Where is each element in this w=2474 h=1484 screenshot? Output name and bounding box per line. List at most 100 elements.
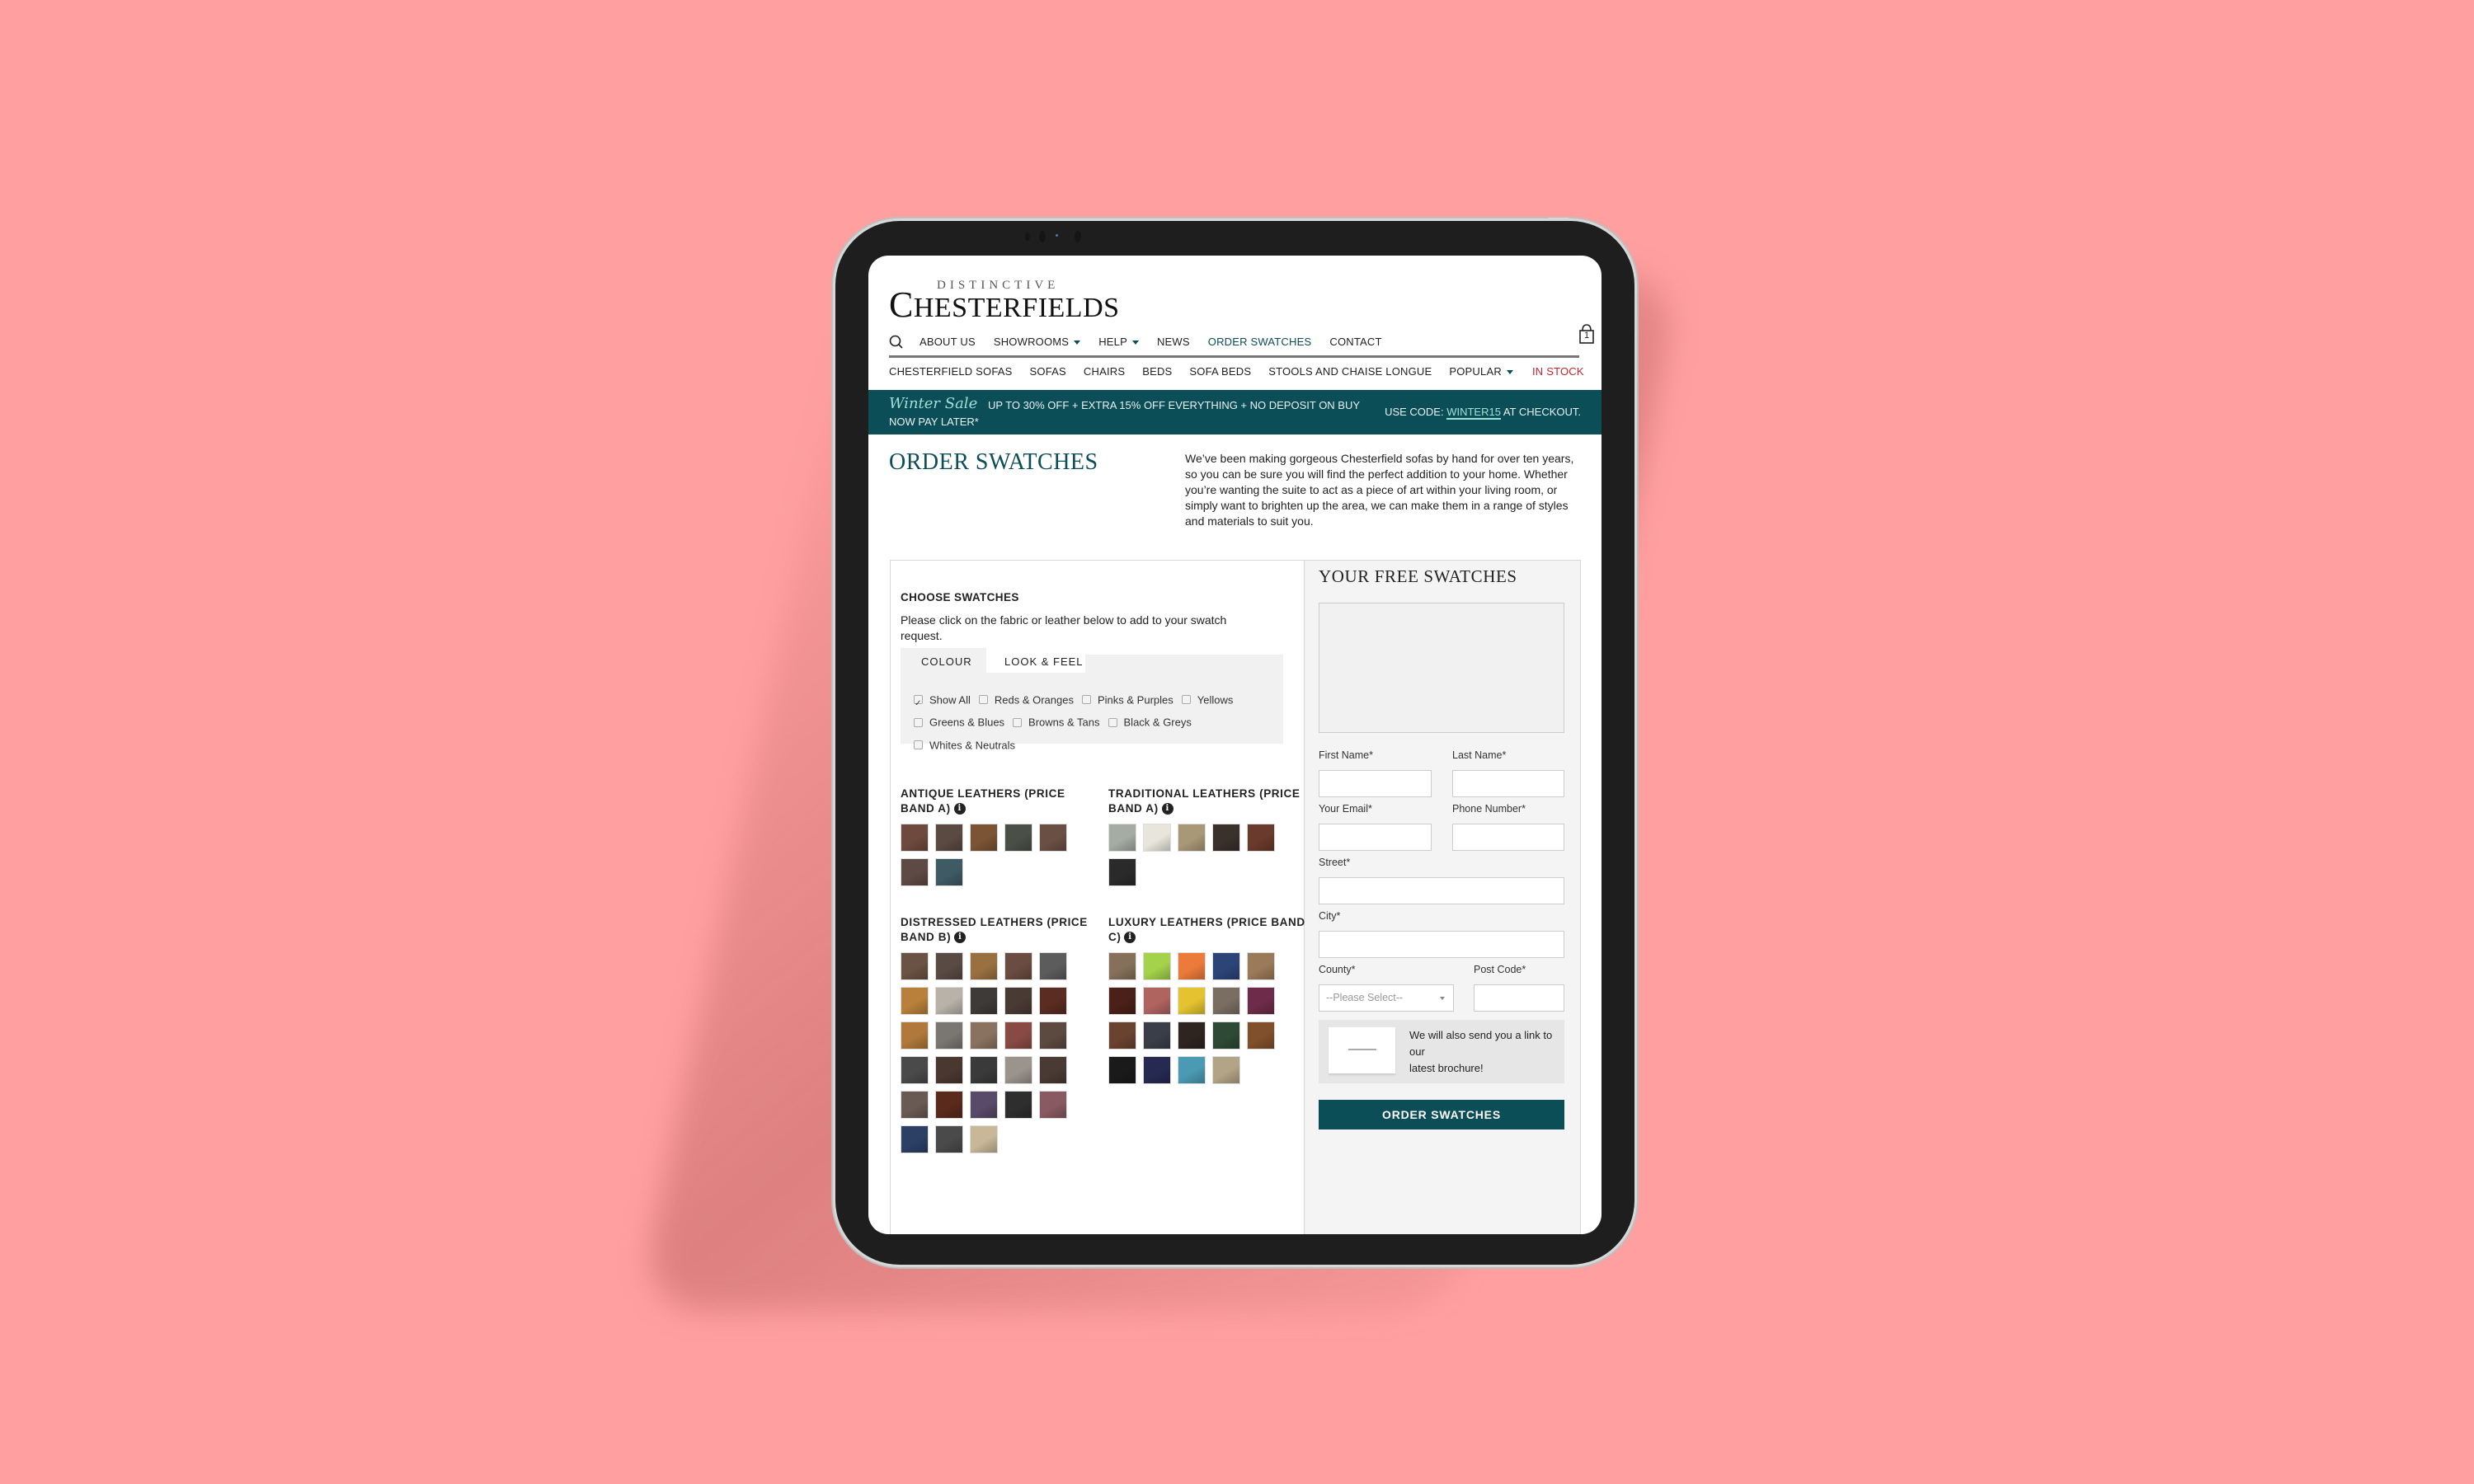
swatch[interactable] bbox=[970, 1056, 998, 1084]
filter-pinks-purples[interactable]: Pinks & Purples bbox=[1081, 688, 1174, 711]
category-beds[interactable]: BEDS bbox=[1142, 365, 1172, 378]
swatch[interactable] bbox=[1039, 952, 1067, 980]
swatch[interactable] bbox=[901, 858, 929, 886]
in-stock-link[interactable]: IN STOCK bbox=[1532, 365, 1584, 378]
nav-item-about-us[interactable]: ABOUT US bbox=[920, 336, 976, 348]
swatch[interactable] bbox=[901, 1091, 929, 1119]
swatch[interactable] bbox=[1039, 1056, 1067, 1084]
swatch[interactable] bbox=[901, 987, 929, 1015]
category-popular[interactable]: POPULAR bbox=[1449, 365, 1513, 378]
filter-black-greys[interactable]: Black & Greys bbox=[1108, 711, 1192, 733]
checkbox[interactable] bbox=[1013, 717, 1023, 727]
last-name-input[interactable] bbox=[1452, 770, 1564, 797]
swatch[interactable] bbox=[935, 952, 963, 980]
swatch[interactable] bbox=[1039, 824, 1067, 852]
street-input[interactable] bbox=[1319, 877, 1564, 904]
swatch[interactable] bbox=[935, 1056, 963, 1084]
swatch[interactable] bbox=[1004, 824, 1032, 852]
swatch[interactable] bbox=[1178, 1056, 1206, 1084]
swatch[interactable] bbox=[1212, 952, 1240, 980]
swatch[interactable] bbox=[1178, 1021, 1206, 1050]
promo-banner[interactable]: Winter Sale UP TO 30% OFF + EXTRA 15% OF… bbox=[868, 390, 1602, 434]
swatch[interactable] bbox=[1108, 987, 1136, 1015]
checkbox[interactable] bbox=[914, 740, 923, 749]
swatch[interactable] bbox=[901, 824, 929, 852]
swatch[interactable] bbox=[901, 1021, 929, 1050]
swatch[interactable] bbox=[1212, 1056, 1240, 1084]
swatch[interactable] bbox=[970, 1021, 998, 1050]
swatch[interactable] bbox=[1143, 1021, 1171, 1050]
swatch[interactable] bbox=[970, 952, 998, 980]
filter-reds-oranges[interactable]: Reds & Oranges bbox=[978, 688, 1074, 711]
swatch[interactable] bbox=[1108, 858, 1136, 886]
category-chesterfield-sofas[interactable]: CHESTERFIELD SOFAS bbox=[889, 365, 1013, 378]
nav-item-order-swatches[interactable]: ORDER SWATCHES bbox=[1208, 336, 1312, 348]
filter-greens-blues[interactable]: Greens & Blues bbox=[914, 711, 1004, 733]
filter-browns-tans[interactable]: Browns & Tans bbox=[1013, 711, 1100, 733]
swatch[interactable] bbox=[1143, 824, 1171, 852]
checkbox[interactable] bbox=[1108, 717, 1117, 727]
swatch[interactable] bbox=[1247, 952, 1275, 980]
checkbox[interactable] bbox=[1181, 695, 1191, 705]
swatch[interactable] bbox=[1039, 1091, 1067, 1119]
swatch[interactable] bbox=[1212, 987, 1240, 1015]
swatch[interactable] bbox=[901, 1125, 929, 1153]
swatch[interactable] bbox=[1004, 952, 1032, 980]
swatch[interactable] bbox=[1108, 824, 1136, 852]
tab-look-feel[interactable]: LOOK & FEEL bbox=[986, 648, 1085, 673]
swatch[interactable] bbox=[1247, 987, 1275, 1015]
swatch[interactable] bbox=[1004, 1091, 1032, 1119]
swatch[interactable] bbox=[1039, 1021, 1067, 1050]
swatch[interactable] bbox=[901, 952, 929, 980]
swatch[interactable] bbox=[935, 1091, 963, 1119]
swatch[interactable] bbox=[1178, 824, 1206, 852]
swatch[interactable] bbox=[970, 824, 998, 852]
swatch[interactable] bbox=[1108, 1021, 1136, 1050]
swatch[interactable] bbox=[1178, 952, 1206, 980]
filter-show-all[interactable]: Show All bbox=[914, 688, 971, 715]
search-icon[interactable] bbox=[889, 335, 904, 354]
category-sofas[interactable]: SOFAS bbox=[1030, 365, 1066, 378]
nav-item-help[interactable]: HELP bbox=[1098, 336, 1139, 348]
filter-whites-neutrals[interactable]: Whites & Neutrals bbox=[914, 734, 1015, 756]
city-input[interactable] bbox=[1319, 931, 1564, 958]
filter-yellows[interactable]: Yellows bbox=[1181, 688, 1233, 711]
swatch[interactable] bbox=[970, 1091, 998, 1119]
swatch[interactable] bbox=[935, 1021, 963, 1050]
swatch[interactable] bbox=[1247, 1021, 1275, 1050]
nav-item-showrooms[interactable]: SHOWROOMS bbox=[994, 336, 1081, 348]
postcode-input[interactable] bbox=[1474, 984, 1564, 1012]
swatch[interactable] bbox=[1212, 1021, 1240, 1050]
swatch[interactable] bbox=[935, 1125, 963, 1153]
info-icon[interactable]: i bbox=[953, 803, 966, 815]
swatch[interactable] bbox=[1108, 952, 1136, 980]
swatch[interactable] bbox=[1108, 1056, 1136, 1084]
tab-colour[interactable]: COLOUR bbox=[901, 648, 986, 673]
cart-icon[interactable]: 1 bbox=[1578, 323, 1596, 349]
info-icon[interactable]: i bbox=[954, 932, 967, 944]
checkbox[interactable] bbox=[914, 717, 923, 727]
checkbox[interactable] bbox=[978, 695, 988, 705]
swatch[interactable] bbox=[1004, 1056, 1032, 1084]
swatch[interactable] bbox=[970, 987, 998, 1015]
county-select[interactable]: --Please Select-- bbox=[1319, 984, 1454, 1012]
swatch[interactable] bbox=[1143, 1056, 1171, 1084]
email-input[interactable] bbox=[1319, 824, 1432, 851]
order-swatches-button[interactable]: ORDER SWATCHES bbox=[1319, 1100, 1564, 1129]
swatch[interactable] bbox=[1039, 987, 1067, 1015]
checkbox[interactable] bbox=[914, 693, 923, 715]
swatch[interactable] bbox=[935, 987, 963, 1015]
nav-item-news[interactable]: NEWS bbox=[1157, 336, 1190, 348]
swatch[interactable] bbox=[1143, 952, 1171, 980]
first-name-input[interactable] bbox=[1319, 770, 1432, 797]
promo-code[interactable]: WINTER15 bbox=[1446, 406, 1501, 420]
nav-item-contact[interactable]: CONTACT bbox=[1329, 336, 1381, 348]
swatch[interactable] bbox=[1247, 824, 1275, 852]
checkbox[interactable] bbox=[1081, 695, 1091, 705]
phone-input[interactable] bbox=[1452, 824, 1564, 851]
category-sofa-beds[interactable]: SOFA BEDS bbox=[1189, 365, 1251, 378]
swatch[interactable] bbox=[1004, 1021, 1032, 1050]
category-stools-and-chaise-longue[interactable]: STOOLS AND CHAISE LONGUE bbox=[1268, 365, 1432, 378]
swatch[interactable] bbox=[1004, 987, 1032, 1015]
swatch[interactable] bbox=[1143, 987, 1171, 1015]
